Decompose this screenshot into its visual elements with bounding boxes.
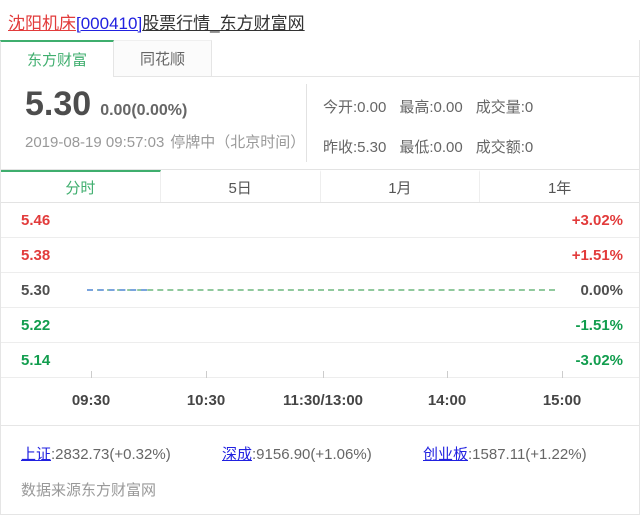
time-label: 11:30/13:00 xyxy=(282,392,364,409)
index-chinext-link[interactable]: 创业板 xyxy=(423,446,468,463)
stats-row: 昨收:5.30 最低:0.00 成交额:0 xyxy=(323,136,533,157)
tab-bar-filler xyxy=(212,40,640,77)
price-level-row: 5.46 +3.02% xyxy=(1,203,639,238)
time-label: 09:30 xyxy=(71,392,111,409)
index-value: :1587.11(+1.22%) xyxy=(468,446,587,463)
market-indices: 上证:2832.73(+0.32%) 深成:9156.90(+1.06%) 创业… xyxy=(1,426,639,464)
price-level-percent: +3.02% xyxy=(571,211,623,229)
price-line xyxy=(87,289,147,291)
tab-tonghuashun[interactable]: 同花顺 xyxy=(114,40,212,77)
stat-prev-close: 昨收:5.30 xyxy=(323,139,387,156)
price-level-row: 5.22 -1.51% xyxy=(1,308,639,343)
time-label: 15:00 xyxy=(542,392,582,409)
price-level-row-prev-close: 5.30 0.00% xyxy=(1,273,639,308)
index-chinext: 创业板:1587.11(+1.22%) xyxy=(423,443,624,464)
time-axis: 09:30 10:30 11:30/13:00 14:00 15:00 xyxy=(1,378,639,426)
index-shanghai: 上证:2832.73(+0.32%) xyxy=(21,443,222,464)
price-level-label: 5.30 xyxy=(21,281,51,299)
tab-1month[interactable]: 1月 xyxy=(321,170,481,202)
trading-status: 停牌中（北京时间） xyxy=(170,133,306,151)
data-source-note: 数据来源东方财富网 xyxy=(21,482,157,499)
x-axis-tick xyxy=(562,371,563,378)
price-level-label: 5.46 xyxy=(21,211,51,229)
source-tab-bar: 东方财富 同花顺 xyxy=(0,40,640,77)
x-axis-tick xyxy=(447,371,448,378)
tab-eastmoney[interactable]: 东方财富 xyxy=(0,40,114,77)
quote-datetime: 2019-08-19 09:57:03 xyxy=(25,133,165,151)
intraday-chart: 5.46 +3.02% 5.38 +1.51% 5.30 0.00% 5.22 … xyxy=(1,203,639,378)
price-level-label: 5.14 xyxy=(21,351,51,369)
prev-close-dashed-line xyxy=(87,289,555,291)
price-level-row: 5.38 +1.51% xyxy=(1,238,639,273)
index-shenzhen-link[interactable]: 深成 xyxy=(222,446,252,463)
title-suffix: 股票行情_东方财富网 xyxy=(142,14,305,33)
stat-turnover: 成交额:0 xyxy=(475,139,534,156)
stat-low: 最低:0.00 xyxy=(399,139,463,156)
price-level-label: 5.22 xyxy=(21,316,51,334)
quote-widget: 5.30 0.00(0.00%) 2019-08-19 09:57:03 停牌中（… xyxy=(0,77,640,515)
quote-stats: 今开:0.00 最高:0.00 成交量:0 昨收:5.30 最低:0.00 成交… xyxy=(306,84,533,162)
index-shenzhen: 深成:9156.90(+1.06%) xyxy=(222,443,423,464)
time-label: 14:00 xyxy=(427,392,467,409)
price-level-percent: 0.00% xyxy=(580,281,623,299)
x-axis-tick xyxy=(323,371,324,378)
index-value: :2832.73(+0.32%) xyxy=(51,446,171,463)
price-change: 0.00(0.00%) xyxy=(100,102,188,119)
page-title-link[interactable]: 沈阳机床[000410]股票行情_东方财富网 xyxy=(8,9,305,34)
period-tab-bar: 分时 5日 1月 1年 xyxy=(1,170,639,203)
stat-open: 今开:0.00 xyxy=(323,99,387,116)
stat-volume: 成交量:0 xyxy=(475,99,534,116)
tab-1year[interactable]: 1年 xyxy=(480,170,639,202)
tab-intraday[interactable]: 分时 xyxy=(1,170,161,202)
current-price: 5.30 xyxy=(25,85,92,123)
tab-5day[interactable]: 5日 xyxy=(161,170,321,202)
price-level-percent: -1.51% xyxy=(575,316,623,334)
x-axis-tick xyxy=(206,371,207,378)
stock-name: 沈阳机床 xyxy=(8,14,76,33)
price-level-percent: +1.51% xyxy=(571,246,623,264)
stats-row: 今开:0.00 最高:0.00 成交量:0 xyxy=(323,96,533,117)
index-value: :9156.90(+1.06%) xyxy=(252,446,372,463)
stat-high: 最高:0.00 xyxy=(399,99,463,116)
x-axis-tick xyxy=(91,371,92,378)
index-shanghai-link[interactable]: 上证 xyxy=(21,446,51,463)
price-level-label: 5.38 xyxy=(21,246,51,264)
price-level-row: 5.14 -3.02% xyxy=(1,343,639,378)
quote-header: 5.30 0.00(0.00%) 2019-08-19 09:57:03 停牌中（… xyxy=(1,77,639,170)
price-level-percent: -3.02% xyxy=(575,351,623,369)
stock-code: [000410] xyxy=(76,14,143,33)
time-label: 10:30 xyxy=(186,392,226,409)
